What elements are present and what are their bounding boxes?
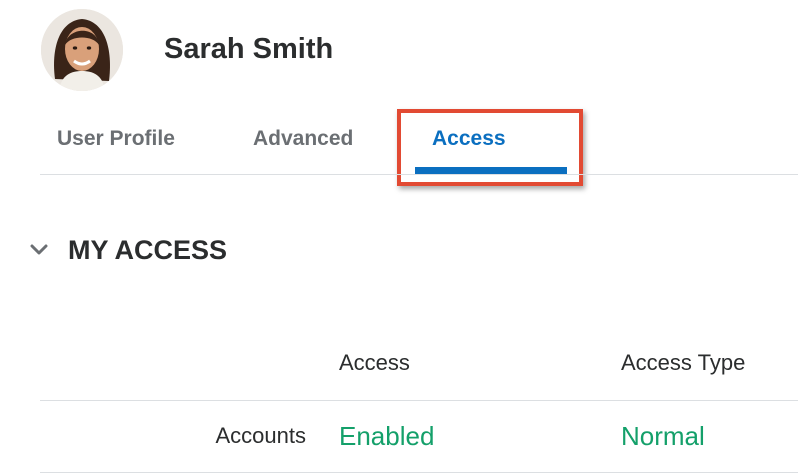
column-header-access: Access [339,350,410,375]
table-row-divider [40,472,798,473]
tabs-divider [40,174,798,175]
section-title: MY ACCESS [68,234,228,265]
access-type-value[interactable]: Normal [621,421,705,452]
column-header-access-type: Access Type [621,350,746,375]
row-label-accounts: Accounts [215,423,307,448]
tab-bar: User Profile Advanced Access [0,0,798,186]
chevron-down-icon [30,244,48,255]
tab-advanced[interactable]: Advanced [253,127,353,151]
my-access-section-toggle[interactable]: MY ACCESS [28,230,227,270]
table-header-divider [40,400,798,401]
tab-user-profile[interactable]: User Profile [57,127,175,151]
access-value[interactable]: Enabled [339,421,434,452]
